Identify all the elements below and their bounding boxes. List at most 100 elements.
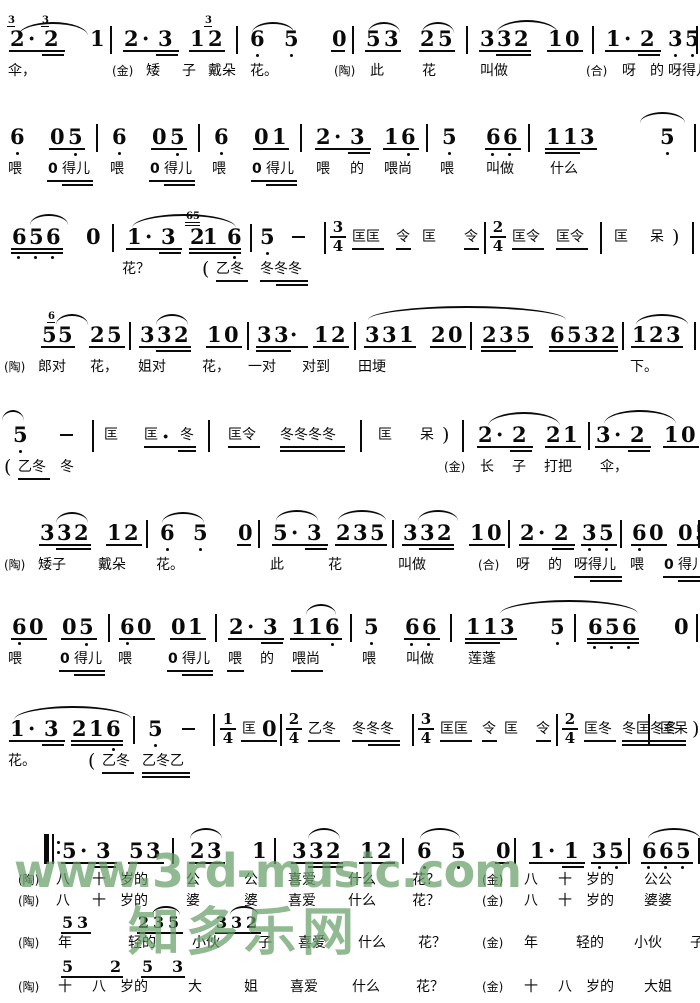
percussion-syllable: 匡 bbox=[422, 229, 436, 245]
note: 5 bbox=[660, 124, 675, 149]
beam bbox=[106, 544, 142, 546]
lyric: 公公 bbox=[644, 872, 672, 888]
note: 6 bbox=[632, 520, 647, 545]
note: 6 bbox=[588, 614, 603, 639]
lyric: 八 bbox=[524, 893, 538, 909]
lyric: 叫做 bbox=[486, 161, 514, 177]
percussion-syllable: 匡冬 bbox=[584, 721, 612, 737]
beam bbox=[383, 148, 419, 150]
note: 3 bbox=[580, 124, 595, 149]
note: 6 bbox=[12, 614, 27, 639]
barline bbox=[508, 520, 510, 548]
lyric: 子 bbox=[690, 935, 700, 951]
beam bbox=[545, 148, 597, 150]
octave-dot-low bbox=[491, 153, 494, 156]
barline bbox=[620, 520, 622, 548]
beam bbox=[228, 638, 284, 640]
lyric: 得儿 bbox=[62, 161, 90, 177]
note: 6 bbox=[325, 614, 340, 639]
note: 1 bbox=[483, 614, 498, 639]
note: 6 bbox=[405, 614, 420, 639]
barline bbox=[208, 420, 210, 452]
beam bbox=[348, 152, 370, 154]
lyric-beam bbox=[574, 576, 622, 578]
lyric: 八 bbox=[56, 872, 70, 888]
beam bbox=[305, 548, 327, 550]
lyric: 田埂 bbox=[358, 359, 386, 375]
note: 5 bbox=[170, 124, 185, 149]
beam bbox=[536, 740, 551, 742]
barline bbox=[694, 124, 696, 152]
barline bbox=[528, 124, 530, 152]
beam bbox=[41, 346, 75, 348]
barline bbox=[236, 26, 238, 54]
note: 2 bbox=[124, 520, 139, 545]
beam bbox=[313, 346, 349, 348]
note: 1 bbox=[548, 26, 563, 51]
lyric: 喂 bbox=[630, 557, 644, 573]
beam bbox=[440, 740, 472, 742]
note: 6 bbox=[106, 716, 121, 741]
beam bbox=[156, 350, 191, 352]
beam bbox=[512, 248, 544, 250]
percussion-syllable: 匡 bbox=[504, 721, 518, 737]
system-8: 1 · 3 2 1 6 5 1 4 匡 0 2 4 乙冬 冬冬冬 3 4 匡匡 … bbox=[0, 704, 700, 778]
barline bbox=[352, 26, 354, 54]
note: 3 bbox=[403, 520, 418, 545]
percussion-close-paren: ) bbox=[692, 718, 700, 740]
beam bbox=[170, 638, 206, 640]
rest: 0 bbox=[29, 614, 44, 639]
percussion-syllable: 乙冬 bbox=[216, 261, 244, 277]
lyric: 十 bbox=[92, 893, 106, 909]
lyric-beam bbox=[182, 674, 213, 676]
lyric-beam bbox=[260, 280, 308, 282]
note: 2 bbox=[431, 322, 446, 347]
lyric-role: (陶) bbox=[18, 873, 40, 887]
beam bbox=[465, 642, 500, 644]
note: 5 bbox=[370, 520, 385, 545]
lyric-role: (合) bbox=[586, 64, 608, 78]
octave-dot-low bbox=[18, 642, 21, 645]
augmentation-dot: · bbox=[145, 224, 153, 249]
beam bbox=[215, 932, 261, 934]
beam bbox=[519, 544, 575, 546]
beam bbox=[89, 346, 125, 348]
beam bbox=[365, 50, 401, 52]
note: 5 bbox=[193, 520, 208, 545]
note: 3 bbox=[172, 957, 184, 976]
percussion-syllable: 冬冬冬冬 bbox=[280, 427, 336, 443]
lyric: 得儿 bbox=[678, 557, 700, 573]
lyric: 什么 bbox=[348, 893, 376, 909]
note: 3 bbox=[365, 322, 380, 347]
beam bbox=[71, 740, 123, 742]
note: 1 bbox=[546, 124, 561, 149]
percussion-syllable: 匡呆 bbox=[660, 721, 688, 737]
octave-dot-low bbox=[666, 152, 669, 155]
octave-dot-low bbox=[588, 548, 591, 551]
lyric-role: (陶) bbox=[4, 558, 26, 572]
time-sig-denominator: 4 bbox=[332, 237, 344, 255]
note: 5 bbox=[29, 224, 44, 249]
note: 6 bbox=[120, 614, 135, 639]
beam bbox=[556, 248, 588, 250]
rest: 0 bbox=[50, 124, 65, 149]
percussion-syllable: 匡匡 bbox=[352, 229, 380, 245]
percussion-syllable: 匡匡 bbox=[440, 721, 468, 737]
lyric-beam bbox=[59, 670, 105, 672]
beam bbox=[42, 54, 64, 56]
beam bbox=[315, 148, 371, 150]
beam bbox=[419, 50, 455, 52]
lyric: 0 bbox=[150, 161, 160, 177]
beam bbox=[510, 450, 532, 452]
octave-dot-low bbox=[85, 643, 88, 646]
note: 2 bbox=[74, 520, 89, 545]
verse-row-1: (陶) 八 十 岁的 公 公 喜爱 什么 花？ (金) 八 十 岁的 公公 bbox=[0, 872, 700, 893]
lyric: 花。 bbox=[8, 753, 36, 769]
note: 1 bbox=[399, 322, 414, 347]
barline bbox=[484, 222, 486, 254]
lyric-row: (陶) 郎对 花， 姐对 花， 一对 对到 田埂 下。 bbox=[0, 356, 700, 382]
note: 3 bbox=[353, 520, 368, 545]
beam bbox=[396, 248, 411, 250]
beam bbox=[159, 252, 181, 254]
lyric: 郎对 bbox=[38, 359, 66, 375]
